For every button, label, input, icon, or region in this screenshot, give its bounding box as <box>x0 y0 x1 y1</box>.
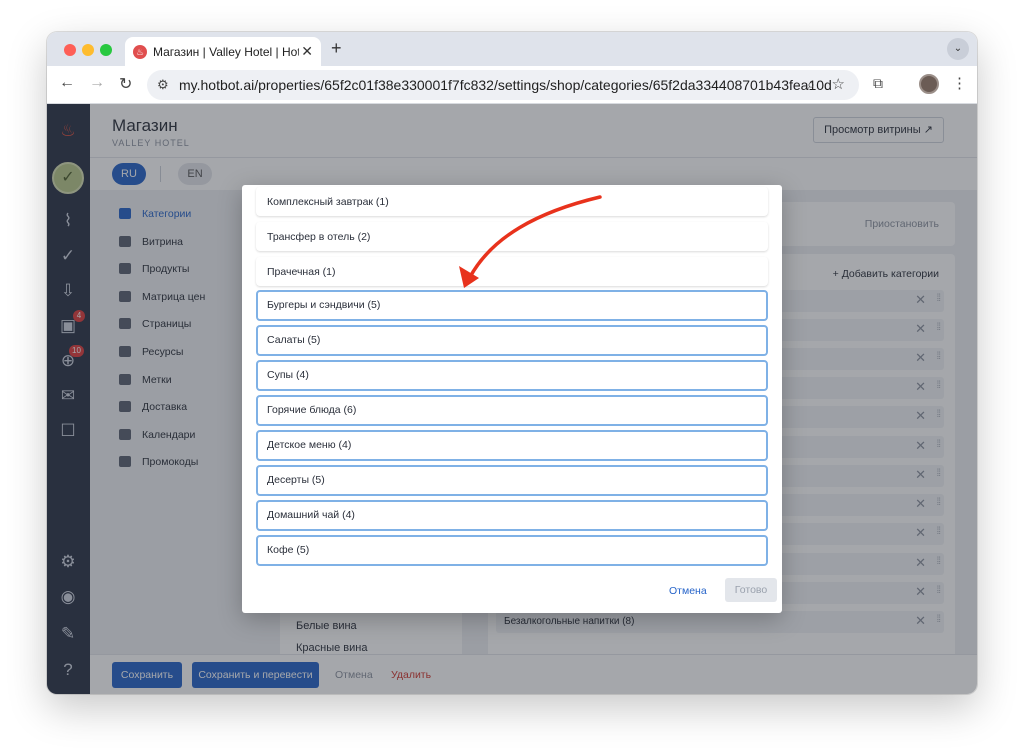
modal-item-label: Супы (4) <box>267 369 309 381</box>
modal-list-item-selected[interactable]: Детское меню (4) <box>256 430 768 461</box>
browser-toolbar: ← → ↻ ⚙ my.hotbot.ai/properties/65f2c01f… <box>47 66 977 104</box>
modal-item-label: Бургеры и сэндвичи (5) <box>267 299 381 311</box>
modal-item-label: Прачечная (1) <box>267 266 336 278</box>
modal-done-button[interactable]: Готово <box>725 578 777 602</box>
modal-list-item[interactable]: Комплексный завтрак (1) <box>256 187 768 216</box>
profile-avatar[interactable] <box>919 74 939 94</box>
browser-tab[interactable]: ♨ Магазин | Valley Hotel | Hotbot ✕ <box>125 37 321 66</box>
modal-list-item-selected[interactable]: Бургеры и сэндвичи (5) <box>256 290 768 321</box>
tab-title: Магазин | Valley Hotel | Hotbot <box>153 45 299 59</box>
forward-icon[interactable]: → <box>89 74 105 92</box>
modal-cancel-button[interactable]: Отмена <box>669 585 707 597</box>
browser-menu-icon[interactable]: ⋮ <box>952 74 967 92</box>
bookmark-star-icon[interactable]: ☆ <box>832 75 845 93</box>
modal-item-label: Салаты (5) <box>267 334 321 346</box>
extensions-icon[interactable]: ⧉ <box>873 75 883 92</box>
browser-window: ♨ Магазин | Valley Hotel | Hotbot ✕ + ⌄ … <box>47 32 977 694</box>
zoom-icon[interactable]: ⌕ <box>807 76 815 93</box>
reorder-categories-modal: Комплексный завтрак (1) Трансфер в отель… <box>242 185 782 613</box>
back-icon[interactable]: ← <box>59 74 75 92</box>
modal-item-label: Кофе (5) <box>267 544 310 556</box>
modal-list-item-selected[interactable]: Горячие блюда (6) <box>256 395 768 426</box>
modal-item-label: Трансфер в отель (2) <box>267 231 371 243</box>
address-bar[interactable]: ⚙ my.hotbot.ai/properties/65f2c01f38e330… <box>147 70 859 100</box>
modal-list-item[interactable]: Прачечная (1) <box>256 257 768 286</box>
close-tab-icon[interactable]: ✕ <box>301 43 313 60</box>
modal-list-item-selected[interactable]: Домашний чай (4) <box>256 500 768 531</box>
reload-icon[interactable]: ↻ <box>119 74 132 94</box>
modal-item-label: Детское меню (4) <box>267 439 352 451</box>
modal-list-item-selected[interactable]: Кофе (5) <box>256 535 768 566</box>
close-window-button[interactable] <box>64 44 76 56</box>
new-tab-icon[interactable]: + <box>331 38 342 59</box>
modal-list-item-selected[interactable]: Салаты (5) <box>256 325 768 356</box>
maximize-window-button[interactable] <box>100 44 112 56</box>
tab-search-icon[interactable]: ⌄ <box>947 38 969 60</box>
modal-item-label: Горячие блюда (6) <box>267 404 357 416</box>
minimize-window-button[interactable] <box>82 44 94 56</box>
modal-item-label: Десерты (5) <box>267 474 325 486</box>
tab-bar: ♨ Магазин | Valley Hotel | Hotbot ✕ + ⌄ <box>47 32 977 66</box>
modal-item-label: Домашний чай (4) <box>267 509 355 521</box>
modal-list-item-selected[interactable]: Супы (4) <box>256 360 768 391</box>
modal-item-label: Комплексный завтрак (1) <box>267 196 389 208</box>
modal-list-item[interactable]: Трансфер в отель (2) <box>256 222 768 251</box>
modal-list-item-selected[interactable]: Десерты (5) <box>256 465 768 496</box>
flame-favicon-icon: ♨ <box>133 45 147 59</box>
url-text[interactable]: my.hotbot.ai/properties/65f2c01f38e33000… <box>179 77 832 93</box>
site-settings-icon[interactable]: ⚙ <box>157 77 169 93</box>
